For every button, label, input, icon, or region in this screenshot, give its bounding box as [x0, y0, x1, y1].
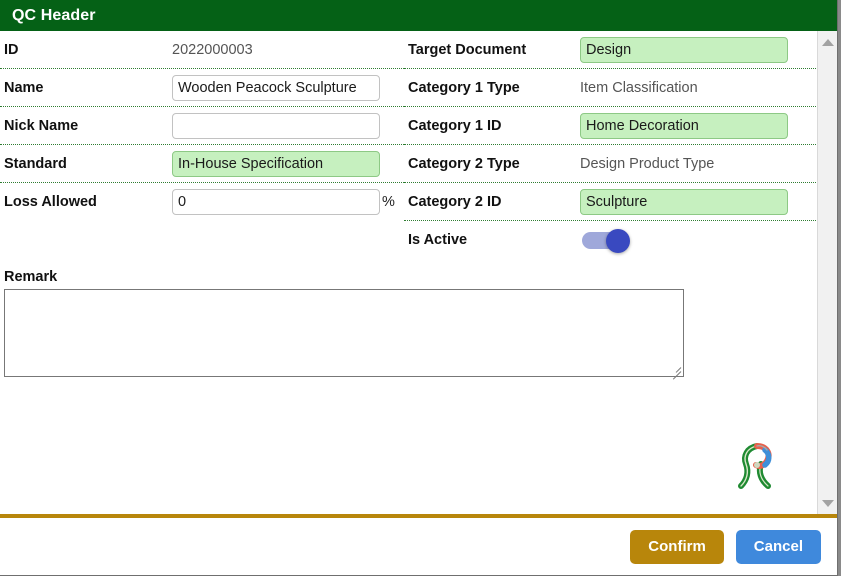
- remark-wrapper: [4, 289, 684, 380]
- name-input[interactable]: [172, 74, 380, 101]
- standard-input[interactable]: [172, 150, 380, 177]
- category-2-id-input[interactable]: [580, 188, 788, 215]
- confirm-button[interactable]: Confirm: [630, 529, 724, 564]
- chevron-up-icon[interactable]: [818, 33, 838, 51]
- form-column-left: ID 2022000003 Name Nick Name Standard: [0, 31, 404, 259]
- field-row-category-2-type: Category 2 Type Design Product Type: [404, 145, 817, 183]
- nick-name-input[interactable]: [172, 112, 380, 139]
- label-category-2-id: Category 2 ID: [408, 193, 502, 210]
- dialog-title-bar: QC Header: [0, 0, 837, 31]
- company-peacock-logo: [727, 434, 789, 496]
- category-1-id-input[interactable]: [580, 112, 788, 139]
- dialog-footer: Confirm Cancel: [0, 518, 837, 575]
- label-is-active: Is Active: [408, 232, 468, 248]
- is-active-toggle[interactable]: [582, 229, 634, 253]
- label-loss-allowed: Loss Allowed: [4, 194, 97, 210]
- form-column-right: Target Document Category 1 Type Item Cla…: [404, 31, 817, 259]
- label-category-2-type: Category 2 Type: [408, 155, 520, 172]
- dialog-body: ID 2022000003 Name Nick Name Standard: [0, 31, 817, 514]
- field-row-category-2-id: Category 2 ID: [404, 183, 817, 221]
- qc-header-dialog: QC Header ID 2022000003 Name Nick Name: [0, 0, 838, 576]
- field-row-target-document: Target Document: [404, 31, 817, 69]
- cancel-button[interactable]: Cancel: [735, 529, 821, 564]
- field-row-is-active: Is Active: [404, 221, 817, 259]
- field-row-loss-allowed: Loss Allowed %: [0, 183, 404, 221]
- dialog-body-wrapper: ID 2022000003 Name Nick Name Standard: [0, 31, 837, 514]
- chevron-down-icon[interactable]: [818, 494, 838, 512]
- field-row-nick-name: Nick Name: [0, 107, 404, 145]
- label-category-1-id: Category 1 ID: [408, 117, 502, 134]
- loss-allowed-input[interactable]: [172, 189, 380, 215]
- value-id: 2022000003: [172, 41, 253, 58]
- field-row-name: Name: [0, 69, 404, 107]
- label-category-1-type: Category 1 Type: [408, 79, 520, 96]
- page-title: QC Header: [12, 6, 96, 24]
- target-document-input[interactable]: [580, 36, 788, 63]
- toggle-knob: [606, 229, 630, 253]
- remark-textarea[interactable]: [4, 289, 684, 377]
- percent-suffix: %: [382, 194, 395, 210]
- field-row-standard: Standard: [0, 145, 404, 183]
- label-standard: Standard: [4, 155, 67, 172]
- field-row-category-1-type: Category 1 Type Item Classification: [404, 69, 817, 107]
- value-category-2-type: Design Product Type: [580, 155, 715, 172]
- label-remark: Remark: [4, 269, 58, 285]
- label-name: Name: [4, 79, 44, 96]
- qc-header-form: ID 2022000003 Name Nick Name Standard: [0, 31, 817, 259]
- label-nick-name: Nick Name: [4, 117, 79, 134]
- label-target-document: Target Document: [408, 41, 527, 58]
- value-category-1-type: Item Classification: [580, 79, 698, 96]
- remark-section: Remark: [0, 259, 817, 380]
- field-row-category-1-id: Category 1 ID: [404, 107, 817, 145]
- vertical-scrollbar[interactable]: [817, 31, 837, 514]
- field-row-id: ID 2022000003: [0, 31, 404, 69]
- label-id: ID: [4, 41, 19, 58]
